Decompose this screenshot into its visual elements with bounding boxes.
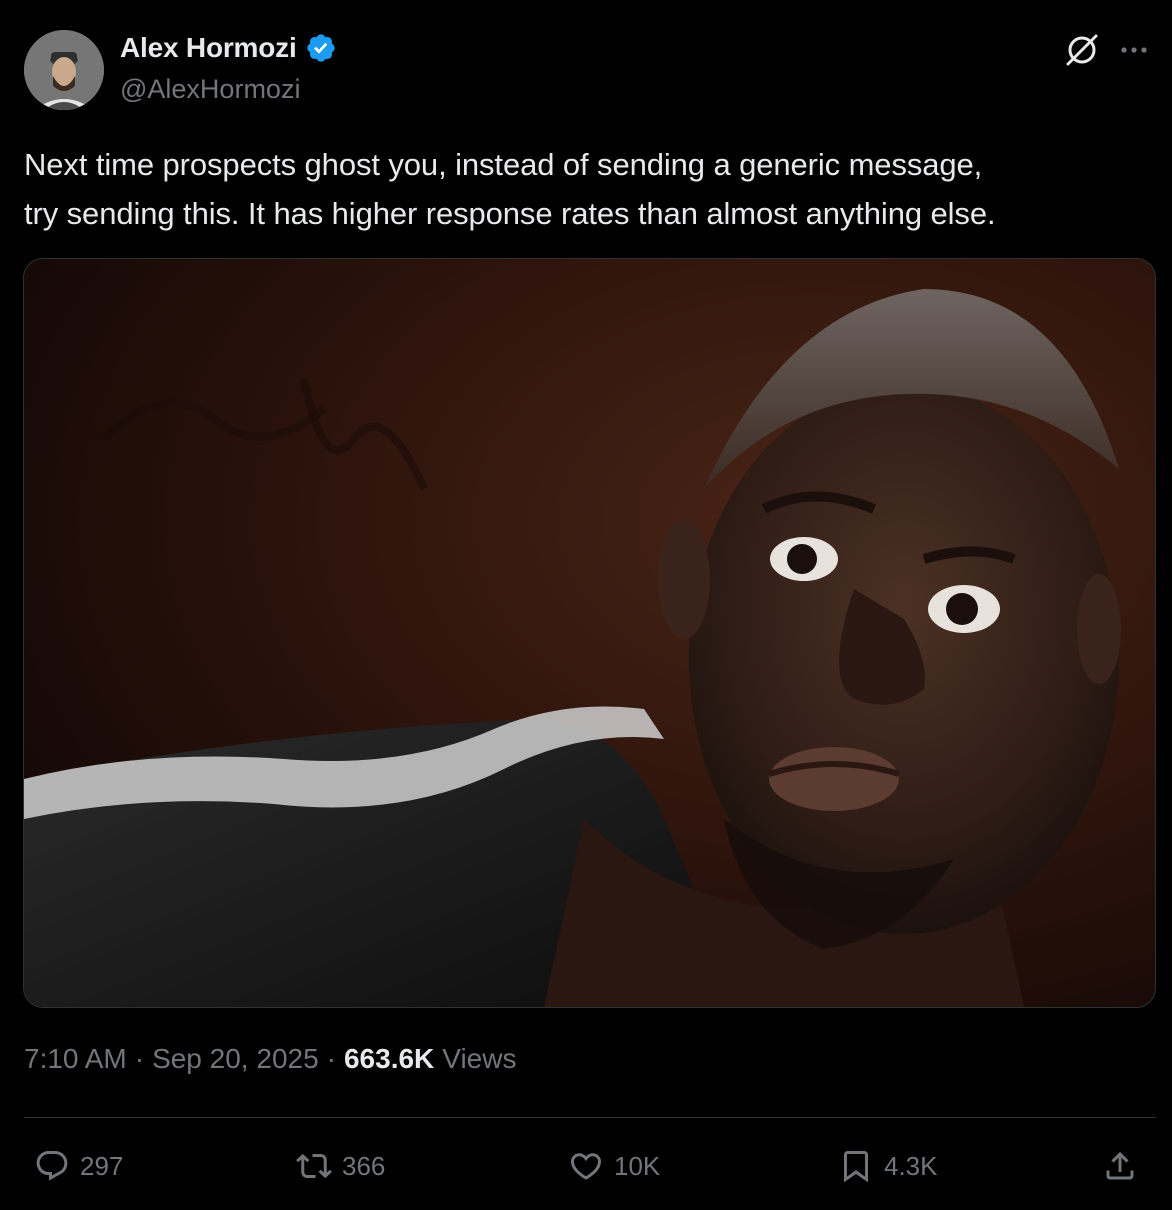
more-icon xyxy=(1121,47,1147,53)
views-count[interactable]: 663.6K xyxy=(344,1043,434,1075)
tweet-media[interactable] xyxy=(23,258,1156,1008)
author-name[interactable]: Alex Hormozi xyxy=(120,32,297,64)
bookmark-count: 4.3K xyxy=(884,1150,938,1181)
repost-count: 366 xyxy=(342,1150,386,1181)
grok-icon xyxy=(1066,34,1098,66)
grok-button[interactable] xyxy=(1060,28,1104,72)
author-handle[interactable]: @AlexHormozi xyxy=(120,74,300,105)
avatar[interactable] xyxy=(24,30,104,110)
heart-icon xyxy=(570,1153,602,1180)
views-label: Views xyxy=(442,1043,517,1074)
repost-icon xyxy=(296,1153,332,1179)
author-name-row[interactable]: Alex Hormozi xyxy=(120,32,337,64)
meta-separator: · xyxy=(134,1043,145,1074)
meta-separator: · xyxy=(326,1043,336,1074)
tweet-text: Next time prospects ghost you, instead o… xyxy=(24,140,1144,238)
action-bar: 297 366 10K 4.3K xyxy=(0,1140,1172,1196)
tweet-date[interactable]: Sep 20, 2025 xyxy=(152,1043,319,1075)
reply-icon xyxy=(36,1151,68,1181)
bookmark-button[interactable]: 4.3K xyxy=(838,1148,938,1184)
tweet-meta: 7:10 AM · Sep 20, 2025 · 663.6K Views xyxy=(24,1043,516,1075)
like-button[interactable]: 10K xyxy=(568,1148,660,1184)
bookmark-icon xyxy=(844,1151,868,1183)
share-button[interactable] xyxy=(1102,1148,1138,1184)
more-button[interactable] xyxy=(1112,30,1156,70)
avatar-image xyxy=(24,30,104,110)
share-icon xyxy=(1106,1151,1134,1180)
repost-button[interactable]: 366 xyxy=(296,1148,385,1184)
like-count: 10K xyxy=(614,1150,661,1181)
verified-badge-icon xyxy=(306,34,335,62)
tweet-text-line: Next time prospects ghost you, instead o… xyxy=(24,147,983,182)
reply-count: 297 xyxy=(80,1150,124,1181)
tweet-text-line: try sending this. It has higher response… xyxy=(24,196,996,231)
reply-button[interactable]: 297 xyxy=(34,1148,123,1184)
divider xyxy=(24,1117,1156,1118)
media-photo xyxy=(24,259,1155,1007)
tweet-time[interactable]: 7:10 AM xyxy=(24,1043,127,1075)
